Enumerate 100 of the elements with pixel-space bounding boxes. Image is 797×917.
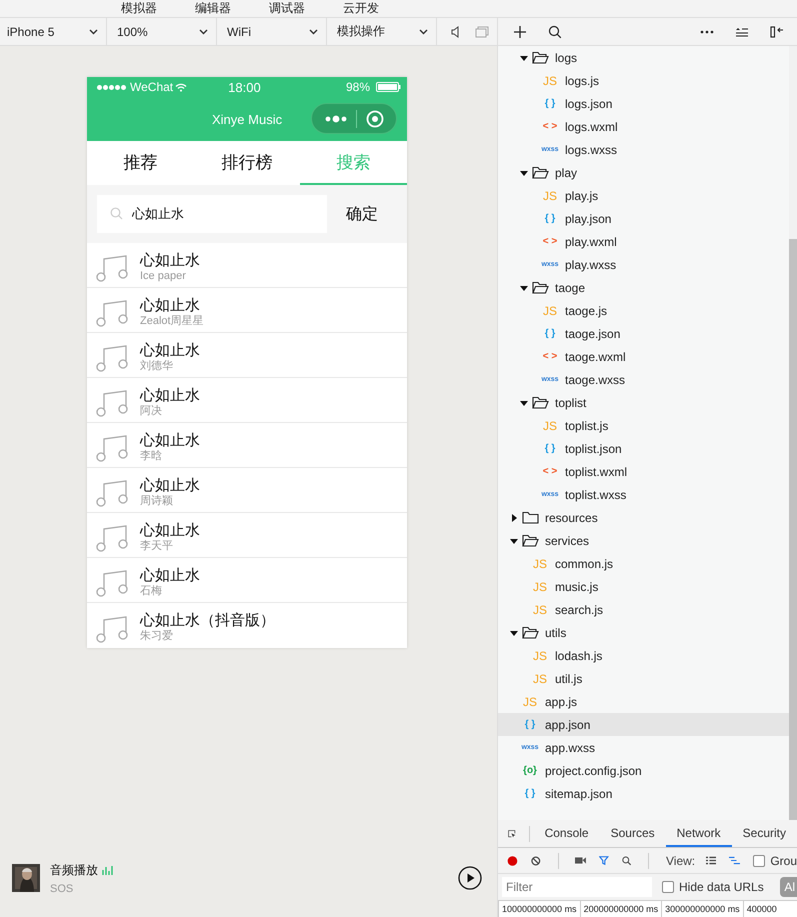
add-icon[interactable]	[513, 24, 527, 38]
file-tree-item[interactable]: JS search.js	[498, 598, 789, 621]
song-artist: 周诗颖	[140, 494, 174, 508]
play-icon[interactable]	[458, 866, 482, 890]
search-icon[interactable]	[548, 24, 562, 38]
search-icon[interactable]	[622, 854, 632, 868]
song-artist: Zealot周星星	[140, 314, 204, 328]
capsule-menu[interactable]	[311, 103, 397, 134]
file-type-icon: < >	[541, 466, 559, 477]
song-title[interactable]: 心如止水（抖音版）	[140, 612, 275, 630]
waterfall-icon[interactable]	[729, 855, 740, 866]
menu-item[interactable]: 编辑器	[195, 1, 231, 15]
song-title[interactable]: 心如止水	[140, 342, 200, 360]
timeline-tick: 300000000000 ms	[661, 901, 743, 917]
caret-down-icon	[520, 284, 528, 292]
file-tree-item[interactable]: JS toplist.js	[498, 414, 789, 437]
audio-subtitle: SOS	[50, 882, 74, 894]
devtools-tab[interactable]: Sources	[600, 820, 666, 847]
file-tree-item[interactable]: { } play.json	[498, 207, 789, 230]
scrollbar-thumb[interactable]	[789, 239, 797, 820]
chevron-down-icon	[309, 28, 318, 34]
collapse-icon[interactable]	[735, 26, 749, 36]
page-title: Xinye Music	[212, 112, 282, 126]
split-icon[interactable]	[770, 24, 784, 38]
file-tree-item[interactable]: { } taoge.json	[498, 322, 789, 345]
song-title[interactable]: 心如止水	[140, 476, 200, 494]
folder-icon	[522, 534, 539, 547]
song-artist: 朱习爱	[140, 630, 174, 643]
clear-icon[interactable]	[530, 854, 541, 868]
file-type-icon: { }	[521, 719, 539, 730]
folder-icon	[522, 626, 539, 639]
song-title[interactable]: 心如止水	[140, 252, 200, 270]
camera-icon[interactable]	[575, 855, 586, 866]
file-tree-item[interactable]: play	[498, 161, 789, 184]
file-type-icon: < >	[541, 351, 559, 362]
file-tree-item[interactable]: utils	[498, 621, 789, 644]
file-tree-item[interactable]: { } sitemap.json	[498, 782, 789, 805]
file-tree-item[interactable]: JS logs.js	[498, 69, 789, 92]
menu-item[interactable]: 调试器	[269, 1, 305, 15]
song-title[interactable]: 心如止水	[140, 386, 200, 404]
caret-down-icon	[510, 536, 518, 544]
group-checkbox[interactable]: Grou	[753, 854, 797, 868]
file-tree-item[interactable]: < > logs.wxml	[498, 115, 789, 138]
file-type-icon: {o}	[521, 765, 539, 776]
file-tree-item[interactable]: { } toplist.json	[498, 437, 789, 460]
file-tree-item[interactable]: JS lodash.js	[498, 644, 789, 667]
file-tree-item[interactable]: JS music.js	[498, 575, 789, 598]
file-tree-item[interactable]: JS taoge.js	[498, 299, 789, 322]
file-tree-item[interactable]: < > toplist.wxml	[498, 460, 789, 483]
dropdown[interactable]: WiFi	[217, 18, 327, 45]
tab[interactable]: 推荐	[87, 141, 194, 185]
file-tree-item[interactable]: JS play.js	[498, 184, 789, 207]
file-tree-item[interactable]: < > taoge.wxml	[498, 345, 789, 368]
file-tree-item[interactable]: {o} project.config.json	[498, 759, 789, 782]
file-tree-item[interactable]: taoge	[498, 276, 789, 299]
file-tree-item[interactable]: resources	[498, 506, 789, 529]
file-tree-item[interactable]: JS util.js	[498, 667, 789, 690]
file-type-icon: JS	[541, 304, 559, 318]
filter-field[interactable]: Filter	[502, 877, 652, 897]
file-tree-item[interactable]: { } logs.json	[498, 92, 789, 115]
hide-data-urls-checkbox[interactable]: Hide data URLs	[662, 880, 764, 894]
song-title[interactable]: 心如止水	[140, 566, 200, 584]
search-field[interactable]: 心如止水	[97, 195, 327, 233]
song-title[interactable]: 心如止水	[140, 296, 204, 314]
battery-level: 98%	[346, 80, 370, 94]
folder-icon	[532, 396, 549, 409]
menu-item[interactable]: 模拟器	[121, 1, 157, 15]
devtools-tab[interactable]: Console	[534, 820, 600, 847]
tab[interactable]: 排行榜	[194, 141, 300, 185]
search-icon	[110, 207, 123, 220]
devtools-tab[interactable]: Security	[732, 820, 797, 847]
file-tree-item[interactable]: JS app.js	[498, 690, 789, 713]
close-target-icon[interactable]	[366, 110, 384, 128]
confirm-button[interactable]: 确定	[346, 204, 378, 224]
file-type-icon: JS	[541, 418, 559, 432]
song-artist: 石梅	[140, 584, 163, 598]
signal-icon	[97, 84, 126, 90]
wifi-icon	[175, 82, 188, 92]
timeline-tick: 200000000000 ms	[580, 901, 662, 917]
file-tree-item[interactable]: logs	[498, 46, 789, 69]
song-title[interactable]: 心如止水	[140, 432, 200, 450]
file-tree-item[interactable]: < > play.wxml	[498, 230, 789, 253]
list-view-icon[interactable]	[706, 855, 716, 866]
dropdown[interactable]: 模拟操作	[327, 18, 437, 45]
file-tree-item[interactable]: toplist	[498, 391, 789, 414]
file-tree-item[interactable]: JS common.js	[498, 552, 789, 575]
filter-icon[interactable]	[599, 854, 609, 867]
file-tree-item[interactable]: services	[498, 529, 789, 552]
file-type-icon: JS	[541, 188, 559, 202]
caret-down-icon	[510, 628, 518, 636]
song-artist: 李晗	[140, 450, 163, 462]
file-type-icon: { }	[541, 213, 559, 224]
more-icon[interactable]	[700, 30, 714, 34]
file-tree-item[interactable]: { } app.json	[498, 713, 789, 736]
dropdown[interactable]: 100%	[107, 18, 217, 45]
file-type-icon: JS	[531, 602, 549, 616]
dropdown[interactable]: iPhone 5	[0, 18, 107, 45]
menu-item[interactable]: 云开发	[343, 1, 379, 15]
song-title[interactable]: 心如止水	[140, 522, 200, 540]
speaker-icon[interactable]	[451, 26, 461, 38]
